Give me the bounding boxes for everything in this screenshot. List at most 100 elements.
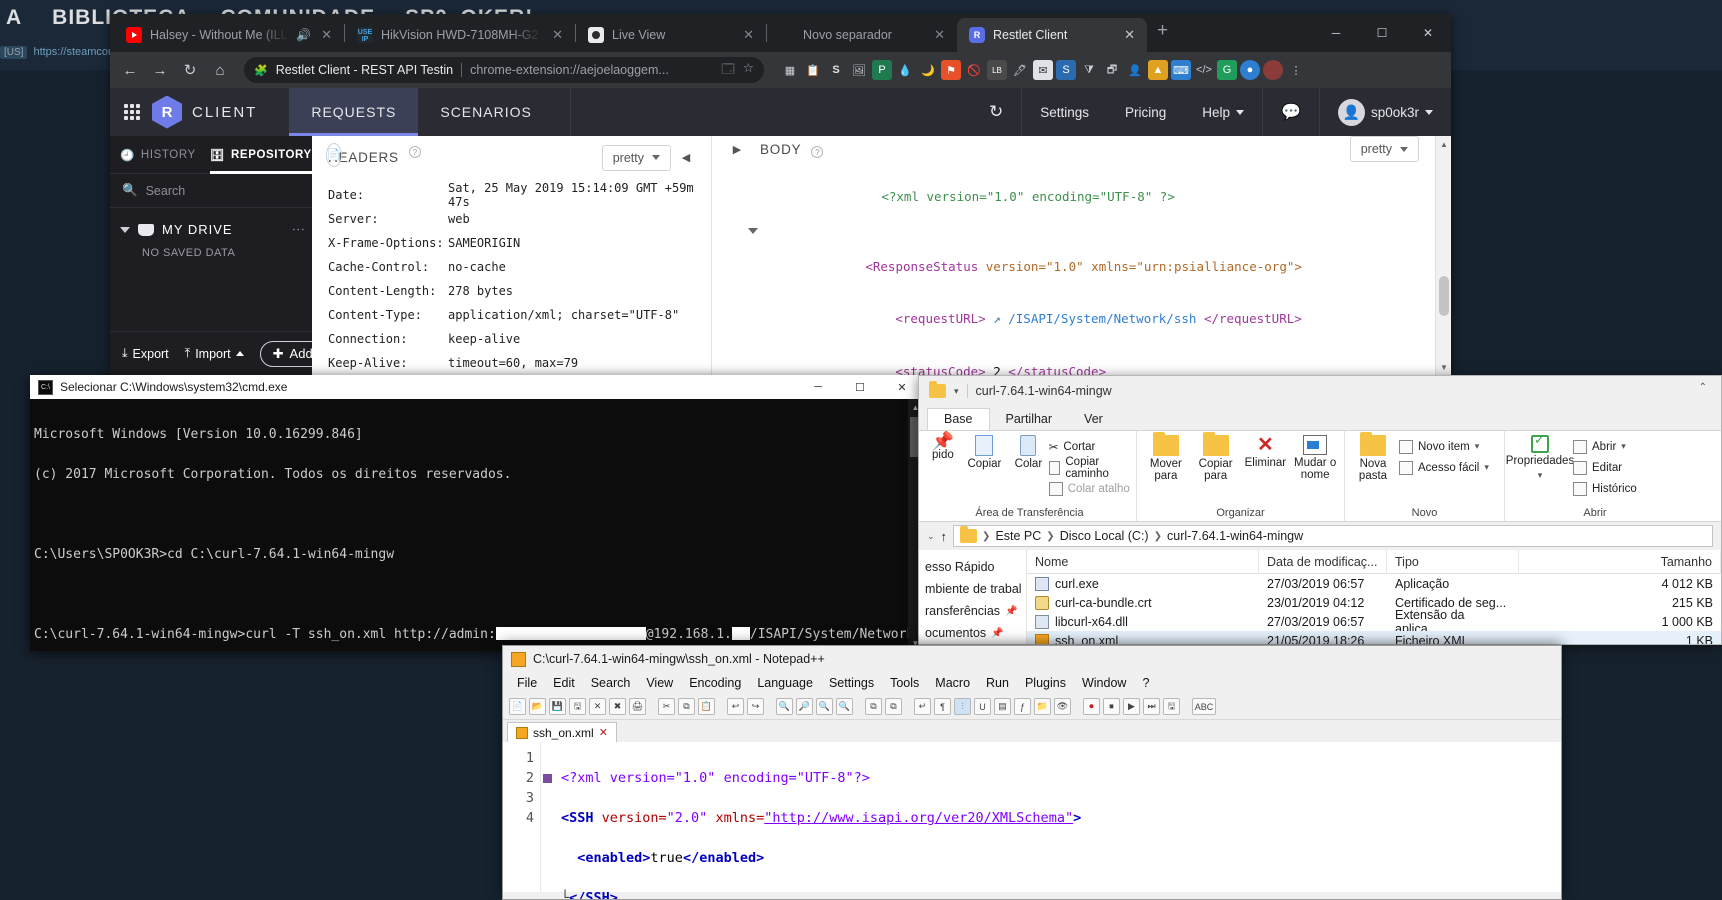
close-icon[interactable]: ✕ [550, 27, 565, 43]
file-row[interactable]: curl.exe 27/03/2019 06:57 Aplicação 4 01… [1027, 574, 1721, 593]
minimize-button[interactable]: ─ [797, 375, 839, 399]
breadcrumb[interactable]: ❯ Este PC ❯ Disco Local (C:) ❯ curl-7.64… [953, 525, 1713, 547]
collapse-left-icon[interactable]: ◀ [677, 151, 695, 164]
external-link-icon[interactable]: ↗ [986, 311, 1009, 326]
close-icon[interactable]: ✕ [932, 27, 947, 43]
recent-locations-icon[interactable]: ⌄ [927, 531, 935, 542]
browser-tab-restlet[interactable]: R Restlet Client ✕ [957, 18, 1147, 52]
copy-to-button[interactable]: Copiar para [1193, 435, 1239, 482]
up-icon[interactable]: ↑ [941, 529, 948, 544]
ssh-xmlns-value[interactable]: "http://www.isapi.org/ver20/XMLSchema" [764, 810, 1073, 826]
chrome-menu-icon[interactable]: ⋮ [1286, 60, 1306, 80]
find-icon[interactable]: 🔍 [776, 698, 793, 715]
menu-plugins[interactable]: Plugins [1017, 676, 1074, 690]
func-list-icon[interactable]: ƒ [1014, 698, 1031, 715]
sync-v-icon[interactable]: ⧉ [865, 698, 882, 715]
delete-button[interactable]: ✕ Eliminar [1243, 435, 1289, 469]
pen-icon[interactable]: 🖊 [1010, 60, 1030, 80]
cut-button[interactable]: ✂Cortar [1049, 437, 1130, 456]
open-button[interactable]: Abrir▾ [1573, 437, 1637, 456]
doc-map-icon[interactable]: ▤ [994, 698, 1011, 715]
search-input[interactable]: 🔍 Search [110, 174, 312, 208]
menu-language[interactable]: Language [749, 676, 821, 690]
scroll-up-icon[interactable]: ▲ [1436, 136, 1451, 152]
translate-icon[interactable]: 🗔 [721, 60, 735, 81]
close-icon[interactable]: ✕ [599, 726, 608, 739]
s2-icon[interactable]: S [1056, 60, 1076, 80]
new-file-icon[interactable]: 📄 [509, 698, 526, 715]
cmd-output[interactable]: Microsoft Windows [Version 10.0.16299.84… [30, 399, 923, 651]
keyboard-icon[interactable]: ⌨ [1171, 60, 1191, 80]
g-icon[interactable]: G [1217, 60, 1237, 80]
tab-requests[interactable]: REQUESTS [289, 88, 418, 136]
tab-scenarios[interactable]: SCENARIOS [418, 88, 553, 136]
cut-icon[interactable]: ✂ [658, 698, 675, 715]
word-wrap-icon[interactable]: ↵ [914, 698, 931, 715]
grid-icon[interactable]: ▦ [780, 60, 800, 80]
paste-icon[interactable]: 📋 [698, 698, 715, 715]
nav-item-documents[interactable]: ocumentos📌 [919, 622, 1026, 644]
help-menu[interactable]: Help [1184, 88, 1262, 136]
save-macro-icon[interactable]: 🖫 [1163, 698, 1180, 715]
close-all-icon[interactable]: ✖ [609, 698, 626, 715]
p-icon[interactable]: P [872, 60, 892, 80]
moon-icon[interactable]: 🌙 [918, 60, 938, 80]
nav-item-quick-access[interactable]: esso Rápido [919, 556, 1026, 578]
column-header-tipo[interactable]: Tipo [1387, 550, 1519, 574]
move-to-button[interactable]: Mover para [1143, 435, 1189, 482]
column-header-data[interactable]: Data de modificaç... [1259, 550, 1387, 574]
nav-item-desktop[interactable]: mbiente de trabal📌 [919, 578, 1026, 600]
star-icon[interactable]: ☆ [743, 60, 754, 81]
save-all-icon[interactable]: 🖫 [569, 698, 586, 715]
export-button[interactable]: ⤓ Export [122, 346, 169, 361]
open-file-icon[interactable]: 📂 [529, 698, 546, 715]
properties-button[interactable]: Propriedades ▾ [1511, 435, 1569, 481]
menu-encoding[interactable]: Encoding [681, 676, 749, 690]
history-button[interactable]: Histórico [1573, 479, 1637, 498]
help-icon[interactable]: ? [409, 146, 421, 158]
ribbon-tab-partilhar[interactable]: Partilhar [990, 409, 1069, 430]
sidebar-tab-repository[interactable]: 🗄 REPOSITORY [210, 136, 312, 174]
drop-icon[interactable]: 💧 [895, 60, 915, 80]
notepadpp-editor[interactable]: 1 2 3 4 <?xml version="1.0" encoding="UT… [503, 742, 1561, 892]
fold-margin[interactable] [541, 742, 555, 892]
play-multiple-icon[interactable]: ⏭ [1143, 698, 1160, 715]
zoom-out-icon[interactable]: 🔍 [836, 698, 853, 715]
headers-format-select[interactable]: pretty [602, 145, 671, 171]
edit-button[interactable]: Editar [1573, 458, 1637, 477]
user-menu[interactable]: 👤 sp0ok3r [1320, 88, 1451, 136]
expand-right-icon[interactable]: ▶ [728, 143, 746, 156]
sidebar-tab-history[interactable]: 🕘 HISTORY [120, 136, 196, 174]
sync-h-icon[interactable]: ⧉ [885, 698, 902, 715]
paste-button[interactable]: Colar [1012, 435, 1045, 470]
new-item-button[interactable]: Novo item▾ [1399, 437, 1489, 456]
close-button[interactable]: ✕ [1405, 17, 1451, 49]
ribbon-tab-base[interactable]: Base [927, 408, 990, 430]
new-tab-button[interactable]: + [1147, 20, 1178, 46]
indent-guide-icon[interactable]: ⫶ [954, 698, 971, 715]
browser-tab-hikvision[interactable]: USEIP HikVision HWD-7108MH-G2 - ca ✕ [345, 18, 575, 52]
menu-file[interactable]: File [509, 676, 545, 690]
quick-access-caret-icon[interactable]: ▾ [954, 386, 959, 397]
browser-tab-youtube[interactable]: Halsey - Without Me (ILLENI 🔊 ✕ [114, 18, 344, 52]
menu-help[interactable]: ? [1134, 676, 1157, 690]
menu-view[interactable]: View [638, 676, 681, 690]
home-icon[interactable]: ⌂ [206, 56, 234, 84]
spellcheck-icon[interactable]: ABC [1192, 698, 1216, 715]
folder-workspace-icon[interactable]: 📁 [1034, 698, 1051, 715]
up-icon[interactable]: ▲ [1148, 60, 1168, 80]
settings-link[interactable]: Settings [1022, 88, 1107, 136]
blue-dot-icon[interactable]: ● [1240, 60, 1260, 80]
window-icon[interactable]: 🗗 [1102, 60, 1122, 80]
flag-icon[interactable]: ⚑ [941, 60, 961, 80]
speaker-icon[interactable]: 🔊 [296, 28, 311, 42]
profile-avatar[interactable] [1263, 60, 1283, 80]
minimize-button[interactable]: ─ [1313, 17, 1359, 49]
pin-quick-access-button[interactable]: 📌 pido [929, 435, 957, 461]
close-icon[interactable]: ✕ [319, 27, 334, 43]
lb-icon[interactable]: LB [987, 60, 1007, 80]
kebab-menu-icon[interactable]: ⋮ [296, 223, 300, 237]
code-content[interactable]: <?xml version="1.0" encoding="UTF-8"?> <… [555, 742, 1561, 892]
file-row[interactable]: libcurl-x64.dll 27/03/2019 06:57 Extensã… [1027, 612, 1721, 631]
chat-icon[interactable]: 💬 [1263, 88, 1319, 136]
